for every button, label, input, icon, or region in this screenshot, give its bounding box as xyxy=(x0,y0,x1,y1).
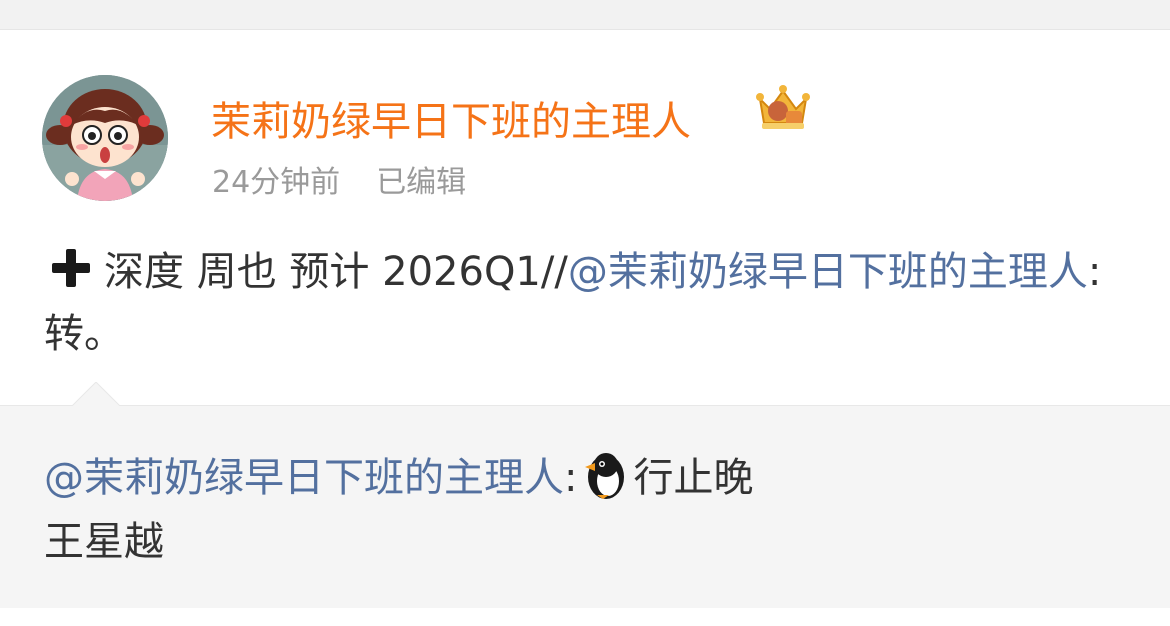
repost-text-1: 行止晚 xyxy=(633,455,754,501)
post-time: 24分钟前 xyxy=(212,165,341,200)
post-text: 深度 周也 预计 2026Q1//@茉莉奶绿早日下班的主理人:转。 xyxy=(44,241,1134,365)
post-text-body: 深度 周也 预计 2026Q1// xyxy=(104,249,568,295)
bottom-spacer xyxy=(0,608,1170,626)
top-divider xyxy=(0,0,1170,30)
repost-text-2: 王星越 xyxy=(44,519,164,565)
repost-block[interactable]: @茉莉奶绿早日下班的主理人: 行止晚王星越 xyxy=(0,382,1170,609)
repost-colon: : xyxy=(564,455,578,501)
plus-icon xyxy=(44,241,98,295)
avatar[interactable] xyxy=(42,75,168,201)
post-meta: 24分钟前 已编辑 xyxy=(212,157,466,201)
post-card: 茉莉奶绿早日下班的主理人 24分钟前 已编辑 深度 周也 预计 2026Q1//@… xyxy=(0,31,1170,405)
repost-arrow xyxy=(72,382,120,406)
edited-label: 已编辑 xyxy=(376,165,467,200)
repost-text: @茉莉奶绿早日下班的主理人: 行止晚王星越 xyxy=(44,446,1134,574)
penguin-icon xyxy=(579,449,631,501)
crown-icon xyxy=(754,83,812,133)
repost-mention-link[interactable]: @茉莉奶绿早日下班的主理人 xyxy=(44,455,564,501)
post-mention-link[interactable]: @茉莉奶绿早日下班的主理人 xyxy=(568,249,1088,295)
username[interactable]: 茉莉奶绿早日下班的主理人 xyxy=(211,89,691,147)
